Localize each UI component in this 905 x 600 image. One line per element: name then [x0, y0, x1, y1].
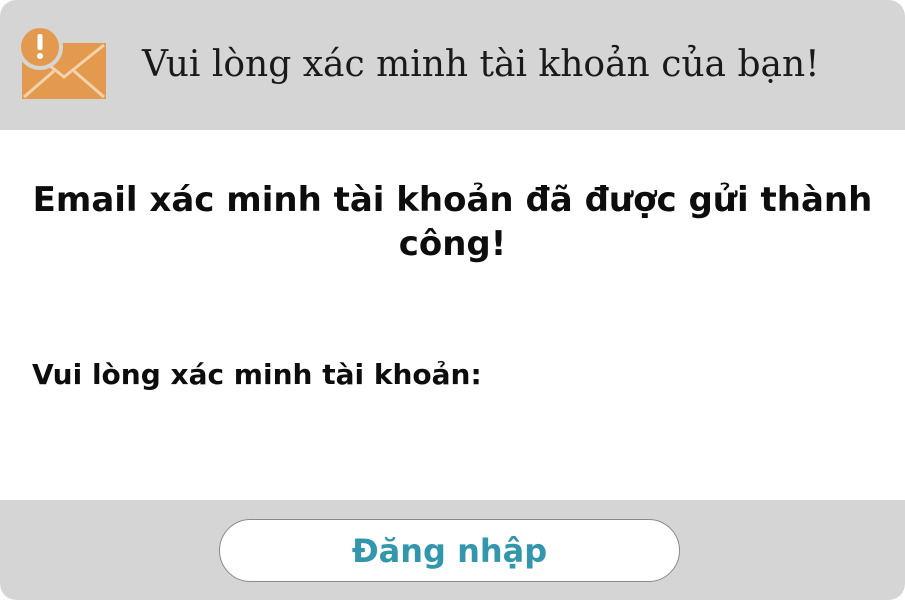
dialog-footer: Đăng nhập [0, 500, 905, 600]
dialog-content: Email xác minh tài khoản đã được gửi thà… [0, 130, 905, 500]
mail-alert-icon [17, 24, 108, 101]
dialog-title: Vui lòng xác minh tài khoản của bạn! [142, 44, 820, 85]
success-message: Email xác minh tài khoản đã được gửi thà… [32, 180, 873, 264]
verify-account-label: Vui lòng xác minh tài khoản: [32, 358, 482, 391]
login-button[interactable]: Đăng nhập [219, 519, 680, 582]
verification-dialog: Vui lòng xác minh tài khoản của bạn! Ema… [0, 0, 905, 600]
dialog-header: Vui lòng xác minh tài khoản của bạn! [0, 0, 905, 130]
